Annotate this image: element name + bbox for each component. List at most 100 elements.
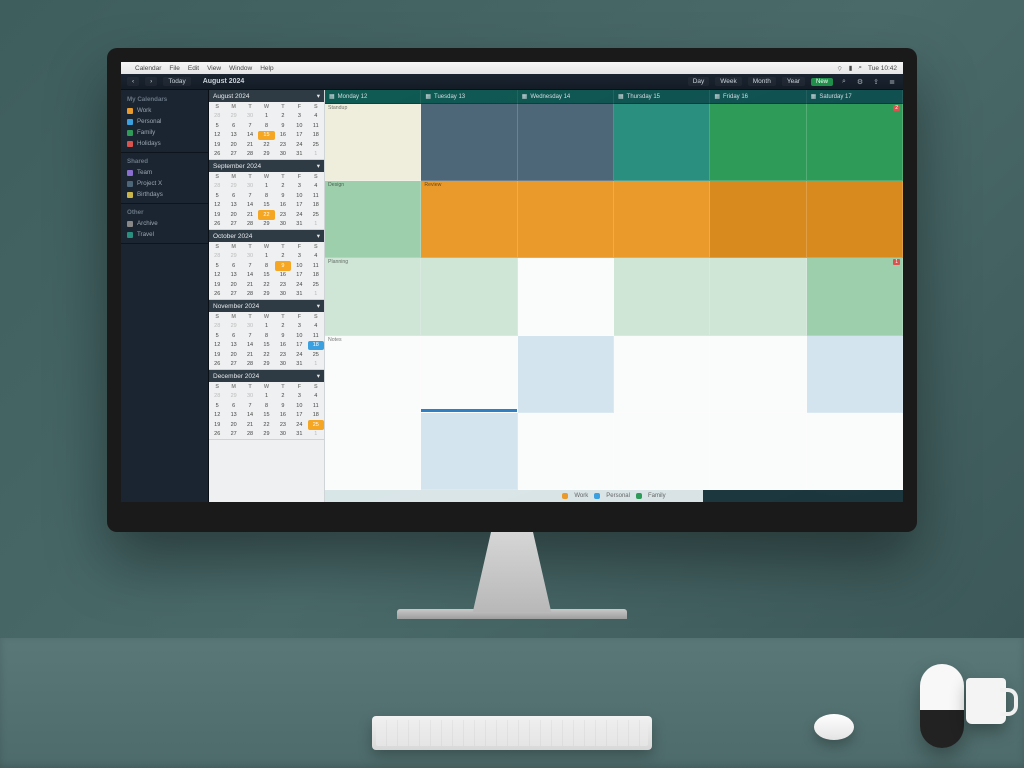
mini-calendar-day[interactable]: 7 [242, 261, 258, 271]
settings-icon[interactable]: ⚙ [855, 77, 865, 87]
mini-calendar-day[interactable]: 8 [258, 401, 274, 411]
mini-calendar-day[interactable]: 31 [291, 220, 307, 230]
list-icon[interactable]: ≣ [887, 77, 897, 87]
mini-calendar-day[interactable]: 17 [291, 131, 307, 141]
mini-calendar-day[interactable]: 11 [308, 331, 324, 341]
nav-prev-button[interactable]: ‹ [127, 77, 139, 86]
mini-calendar-day[interactable]: 16 [275, 411, 291, 421]
mini-calendar-day[interactable]: 7 [242, 121, 258, 131]
mini-calendar-day[interactable]: 22 [258, 210, 274, 220]
mini-calendar-day[interactable]: 5 [209, 261, 225, 271]
mini-calendar-day[interactable]: 8 [258, 121, 274, 131]
mini-calendar-day[interactable]: 28 [242, 220, 258, 230]
mini-calendar-day[interactable]: 12 [209, 201, 225, 211]
menu-calendar[interactable]: Calendar [135, 65, 161, 72]
mini-calendar-day[interactable]: 11 [308, 121, 324, 131]
chevron-icon[interactable]: ▾ [317, 232, 320, 240]
mini-calendar-day[interactable]: 26 [209, 430, 225, 440]
calendar-cell[interactable] [421, 413, 517, 490]
mini-calendar-day[interactable]: 3 [291, 252, 307, 262]
mini-calendar-day[interactable]: 14 [242, 201, 258, 211]
calendar-cell[interactable] [710, 104, 806, 181]
mini-calendar-day[interactable]: 1 [258, 182, 274, 192]
mini-calendar-day[interactable]: 21 [242, 420, 258, 430]
mini-calendar-day[interactable]: 29 [258, 430, 274, 440]
calendar-cell[interactable] [807, 413, 903, 490]
mini-calendar-day[interactable]: 4 [308, 252, 324, 262]
day-column-header[interactable]: ▦Monday 12 [325, 90, 421, 104]
mini-calendar-day[interactable]: 24 [291, 210, 307, 220]
mini-calendar-day[interactable]: 2 [275, 392, 291, 402]
search-icon[interactable]: ⌕ [858, 64, 862, 72]
sidebar-calendar-item[interactable]: Holidays [121, 138, 208, 149]
mini-calendar-day[interactable]: 20 [225, 140, 241, 150]
mini-calendar-day[interactable]: 27 [225, 430, 241, 440]
sidebar-calendar-item[interactable]: Family [121, 127, 208, 138]
mini-calendar-day[interactable]: 22 [258, 140, 274, 150]
mini-calendar-day[interactable]: 5 [209, 401, 225, 411]
mini-calendar-day[interactable]: 30 [275, 290, 291, 300]
mini-calendar-day[interactable]: 4 [308, 112, 324, 122]
sidebar-calendar-item[interactable]: Team [121, 167, 208, 178]
sidebar-calendar-item[interactable]: Work [121, 105, 208, 116]
calendar-cell[interactable]: Notes [325, 336, 421, 413]
mini-calendar-day[interactable]: 21 [242, 210, 258, 220]
day-column-header[interactable]: ▦Friday 16 [710, 90, 806, 104]
mini-calendar-day[interactable]: 22 [258, 350, 274, 360]
mini-calendar-day[interactable]: 4 [308, 322, 324, 332]
sidebar-calendar-item[interactable]: Archive [121, 218, 208, 229]
menu-view[interactable]: View [207, 65, 221, 72]
mini-calendar-day[interactable]: 31 [291, 430, 307, 440]
mini-calendar-day[interactable]: 2 [275, 112, 291, 122]
mini-calendar-day[interactable]: 1 [308, 290, 324, 300]
mini-calendar-day[interactable]: 30 [242, 322, 258, 332]
mini-calendar-day[interactable]: 24 [291, 280, 307, 290]
mini-calendar-day[interactable]: 2 [275, 322, 291, 332]
mini-calendar-day[interactable]: 10 [291, 191, 307, 201]
mini-calendar-day[interactable]: 6 [225, 401, 241, 411]
mini-calendar-day[interactable]: 29 [258, 360, 274, 370]
mini-calendar-day[interactable]: 19 [209, 140, 225, 150]
calendar-cell[interactable] [614, 181, 710, 258]
calendar-cell[interactable]: Review [421, 181, 517, 258]
mini-calendar-day[interactable]: 20 [225, 420, 241, 430]
mini-calendar-day[interactable]: 25 [308, 350, 324, 360]
mini-calendar-day[interactable]: 26 [209, 360, 225, 370]
calendar-cell[interactable]: Design [325, 181, 421, 258]
mini-calendar-day[interactable]: 30 [275, 430, 291, 440]
mini-calendar-day[interactable]: 30 [242, 392, 258, 402]
mini-calendar-day[interactable]: 30 [275, 220, 291, 230]
day-column-header[interactable]: ▦Saturday 17 [807, 90, 903, 104]
mini-calendar-day[interactable]: 30 [242, 252, 258, 262]
mini-calendar[interactable]: August 2024▾SMTWTFS282930123456789101112… [209, 90, 324, 160]
mini-calendar-day[interactable]: 24 [291, 140, 307, 150]
mini-calendar-day[interactable]: 9 [275, 121, 291, 131]
mini-calendar-day[interactable]: 16 [275, 131, 291, 141]
mini-calendar-day[interactable]: 29 [225, 112, 241, 122]
mini-calendar-day[interactable]: 28 [242, 150, 258, 160]
mini-calendar-day[interactable]: 9 [275, 261, 291, 271]
mini-calendar-day[interactable]: 17 [291, 271, 307, 281]
calendar-cell[interactable] [614, 336, 710, 413]
calendar-cell[interactable]: Standup [325, 104, 421, 181]
calendar-cell[interactable] [325, 413, 421, 490]
mini-calendar[interactable]: September 2024▾SMTWTFS282930123456789101… [209, 160, 324, 230]
mini-calendar-day[interactable]: 3 [291, 182, 307, 192]
mini-calendar-day[interactable]: 9 [275, 401, 291, 411]
view-day[interactable]: Day [688, 77, 710, 86]
mini-calendar-day[interactable]: 9 [275, 331, 291, 341]
sidebar-calendar-item[interactable]: Travel [121, 229, 208, 240]
mini-calendar-day[interactable]: 15 [258, 411, 274, 421]
mini-calendar-day[interactable]: 23 [275, 140, 291, 150]
mini-calendar-day[interactable]: 7 [242, 401, 258, 411]
mini-calendar-day[interactable]: 1 [308, 360, 324, 370]
mini-calendar-day[interactable]: 20 [225, 210, 241, 220]
mini-calendar-day[interactable]: 3 [291, 322, 307, 332]
menu-help[interactable]: Help [260, 65, 273, 72]
mini-calendar-day[interactable]: 22 [258, 280, 274, 290]
mini-calendar-day[interactable]: 28 [242, 290, 258, 300]
mini-calendar-day[interactable]: 23 [275, 280, 291, 290]
mini-calendar-day[interactable]: 1 [258, 112, 274, 122]
mini-calendar-day[interactable]: 15 [258, 341, 274, 351]
day-column-header[interactable]: ▦Tuesday 13 [421, 90, 517, 104]
